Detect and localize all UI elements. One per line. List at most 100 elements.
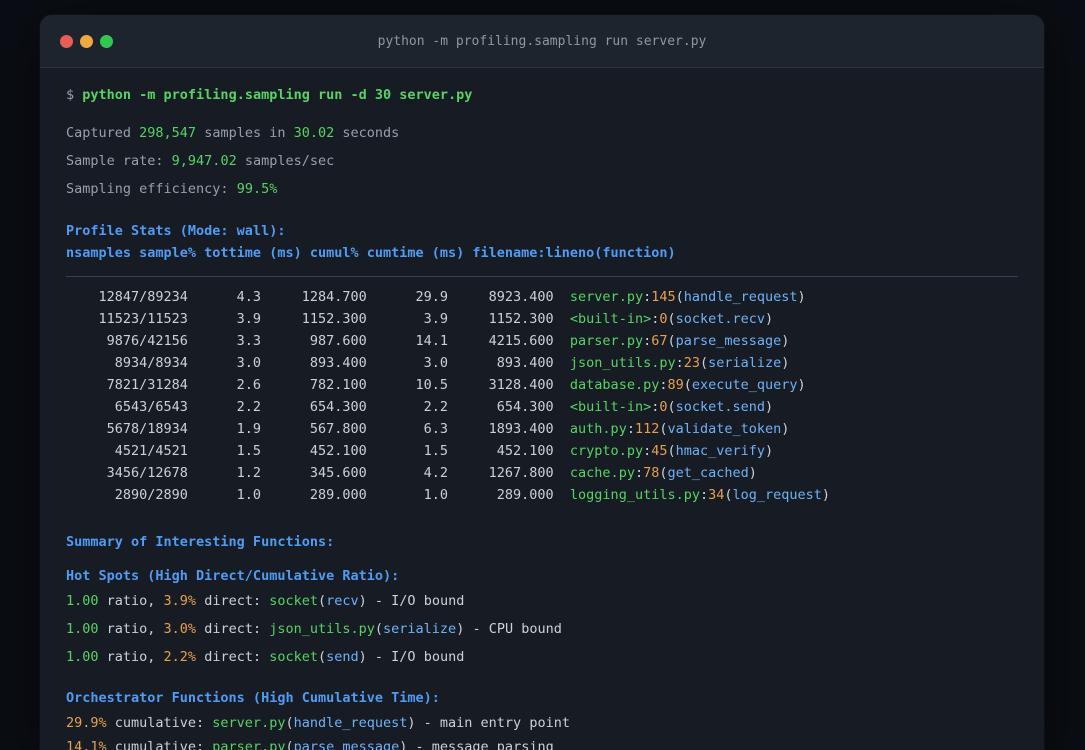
hotspot-ratio: 1.00 [66,649,99,665]
sample-rate-line: Sample rate: 9,947.02 samples/sec [66,150,1018,172]
stat-function: socket.send [675,399,766,415]
stat-filename: logging_utils.py [569,487,700,503]
orchestrator-cumulative-pct: 14.1% [66,739,107,750]
orchestrator-function: parse_message [293,739,400,750]
open-paren: ( [285,739,294,750]
stat-function: get_cached [667,465,749,481]
stat-lineno: 78 [643,465,660,481]
hotspot-item: 1.00 ratio, 3.0% direct: json_utils.py(seria… [66,618,1018,640]
stat-numbers: 8934/8934 3.0 893.400 3.0 893.400 [66,355,570,371]
open-paren: ( [683,377,692,393]
close-paren: ) [748,465,757,481]
hotspot-note: - CPU bound [472,621,562,637]
stat-function: hmac_verify [675,443,766,459]
orchestrator-list: 29.9% cumulative: server.py ( handle_request… [66,712,1018,750]
table-columns-header: nsamples sample% tottime (ms) cumul% cum… [66,245,676,261]
hotspot-target: socket [269,593,318,609]
close-paren: ) [781,355,790,371]
stat-numbers: 7821/31284 2.6 782.100 10.5 3128.400 [66,377,570,393]
stat-numbers: 3456/12678 1.2 345.600 4.2 1267.800 [66,465,570,481]
hotspot-function: send [326,649,359,665]
stat-filename: cache.py [569,465,635,481]
stat-numbers: 11523/11523 3.9 1152.300 3.9 1152.300 [66,311,570,327]
open-paren: ( [667,399,676,415]
hotspot-direct-pct: 3.0% [163,621,197,637]
efficiency-value: 99.5% [236,181,278,197]
profile-table-row: 5678/18934 1.9 567.800 6.3 1893.400 auth… [66,418,1018,440]
colon-separator: : [643,289,652,305]
stat-filename: crypto.py [569,443,644,459]
command-text: python -m profiling.sampling run -d 30 s… [82,87,473,103]
orchestrator-cumulative-pct: 29.9% [66,715,107,731]
stat-filename: <built-in> [569,311,652,327]
profile-table-row: 8934/8934 3.0 893.400 3.0 893.400 json_u… [66,352,1018,374]
stat-lineno: 23 [683,355,700,371]
sample-rate-value: 9,947.02 [171,153,237,169]
stat-filename: server.py [569,289,644,305]
terminal-content: $ python -m profiling.sampling run -d 30 … [40,68,1044,750]
close-paren: ) [781,421,790,437]
colon-separator: : [626,421,635,437]
colon-separator: : [643,443,652,459]
close-paren: ) [456,621,465,637]
window-titlebar: python -m profiling.sampling run server.… [40,15,1044,68]
hotspot-target: json_utils.py [269,621,375,637]
stat-numbers: 2890/2890 1.0 289.000 1.0 289.000 [66,487,570,503]
hotspot-note: - I/O bound [374,649,465,665]
stat-numbers: 4521/4521 1.5 452.100 1.5 452.100 [66,443,570,459]
efficiency-label: Sampling efficiency: [66,181,229,197]
seconds-label: seconds [342,125,400,141]
profile-table-row: 11523/11523 3.9 1152.300 3.9 1152.300 <b… [66,308,1018,330]
hotspot-direct-label: direct: [204,649,262,665]
profile-table-row: 4521/4521 1.5 452.100 1.5 452.100 crypto… [66,440,1018,462]
efficiency-line: Sampling efficiency: 99.5% [66,178,1018,200]
hotspot-ratio-label: ratio, [106,593,156,609]
close-paren: ) [797,289,806,305]
sample-rate-label: Sample rate: [66,153,164,169]
sample-rate-unit: samples/sec [244,153,335,169]
stat-numbers: 9876/42156 3.3 987.600 14.1 4215.600 [66,333,570,349]
profile-table-row: 9876/42156 3.3 987.600 14.1 4215.600 par… [66,330,1018,352]
colon-separator: : [643,333,652,349]
orchestrator-function: handle_request [293,715,408,731]
hotspots-heading: Hot Spots (High Direct/Cumulative Ratio)… [66,568,400,584]
stat-filename: database.py [569,377,660,393]
open-paren: ( [318,593,327,609]
samples-captured-value: 298,547 [139,125,197,141]
stat-lineno: 67 [651,333,668,349]
stat-function: log_request [732,487,822,503]
table-divider [66,276,1018,277]
close-paren: ) [358,649,367,665]
close-paren: ) [797,377,806,393]
stat-function: execute_query [691,377,798,393]
duration-value: 30.02 [293,125,335,141]
close-paren: ) [399,739,408,750]
orchestrator-target: server.py [212,715,286,731]
hotspot-ratio-label: ratio, [106,621,156,637]
profile-table-row: 12847/89234 4.3 1284.700 29.9 8923.400 s… [66,286,1018,308]
orchestrator-label: cumulative: [114,715,205,731]
close-paren: ) [765,443,774,459]
stat-lineno: 112 [634,421,660,437]
hotspot-target: socket [269,649,318,665]
orchestrator-label: cumulative: [114,739,205,750]
hotspot-ratio-label: ratio, [106,649,156,665]
stat-numbers: 6543/6543 2.2 654.300 2.2 654.300 [66,399,570,415]
hotspot-ratio: 1.00 [66,621,99,637]
orchestrator-note: - message parsing [415,739,554,750]
profile-stats-table: 12847/89234 4.3 1284.700 29.9 8923.400 s… [66,286,1018,506]
hotspot-function: serialize [383,621,457,637]
orchestrator-note: - main entry point [423,715,570,731]
stat-filename: auth.py [569,421,627,437]
open-paren: ( [667,443,676,459]
open-paren: ( [659,465,668,481]
stat-function: socket.recv [675,311,766,327]
hotspot-ratio: 1.00 [66,593,99,609]
orchestrators-heading: Orchestrator Functions (High Cumulative … [66,690,440,706]
open-paren: ( [700,355,709,371]
captured-label: Captured [66,125,132,141]
stat-lineno: 89 [667,377,684,393]
stat-lineno: 145 [651,289,676,305]
stat-lineno: 45 [651,443,668,459]
close-paren: ) [821,487,831,503]
